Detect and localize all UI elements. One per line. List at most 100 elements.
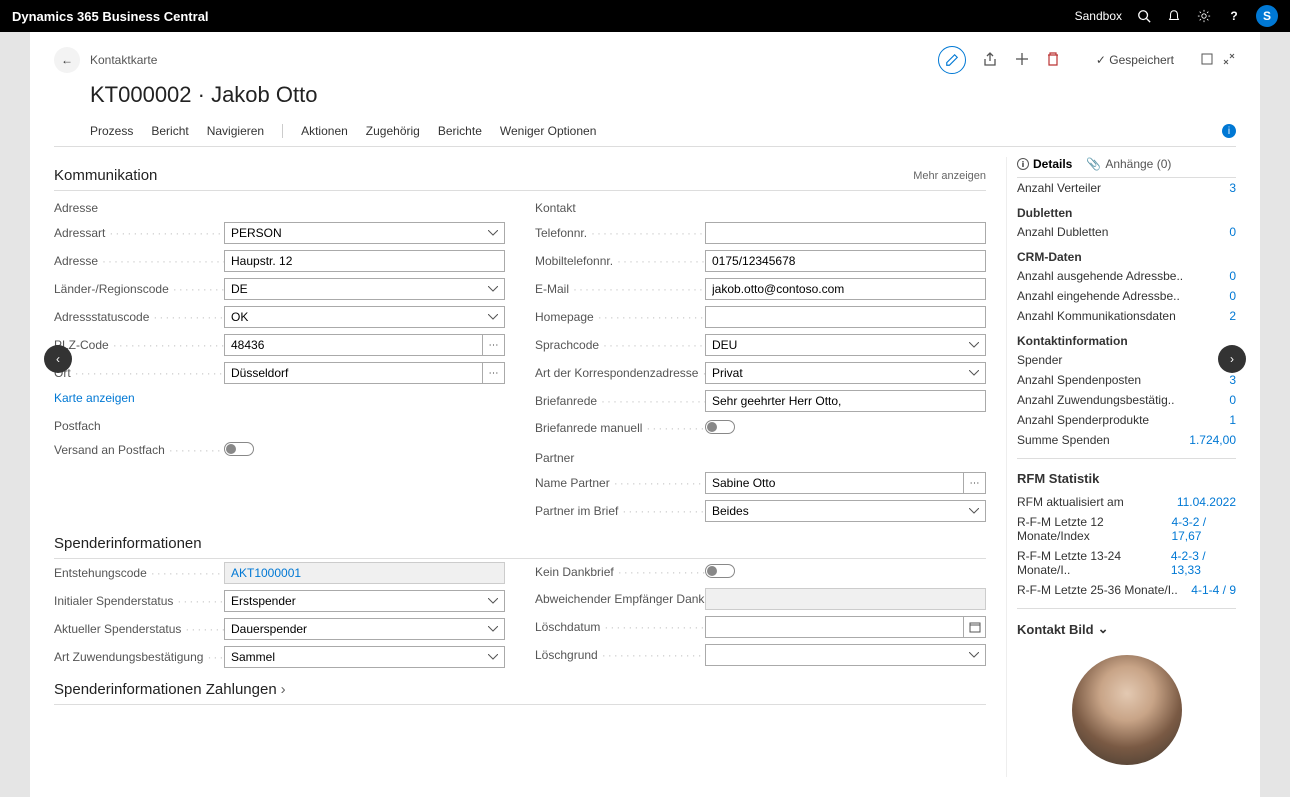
prev-record-button[interactable]: ‹	[44, 345, 72, 373]
partner-brief-select[interactable]: Beides	[705, 500, 986, 522]
fact-spendprod-value[interactable]: 1	[1229, 413, 1236, 427]
section-kommunikation[interactable]: Kommunikation Mehr anzeigen	[54, 157, 986, 191]
label-sprach: Sprachcode	[535, 338, 705, 352]
fact-eing-value[interactable]: 0	[1229, 289, 1236, 303]
label-partner-brief: Partner im Brief	[535, 504, 705, 518]
fact-ausg-label: Anzahl ausgehende Adressbe..	[1017, 269, 1183, 283]
telefon-input[interactable]	[705, 222, 986, 244]
name-partner-assist-button[interactable]: ⋯	[964, 472, 986, 494]
label-loeschdat: Löschdatum	[535, 620, 705, 634]
label-email: E-Mail	[535, 282, 705, 296]
facthead-dubletten: Dubletten	[1017, 198, 1236, 222]
land-select[interactable]: DE	[224, 278, 505, 300]
fact-verteiler-value[interactable]: 3	[1229, 181, 1236, 195]
briefanrede-manuell-toggle[interactable]	[705, 420, 735, 434]
fact-zuw-value[interactable]: 0	[1229, 393, 1236, 407]
edit-button[interactable]	[938, 46, 966, 74]
fact-rfm24-label: R-F-M Letzte 13-24 Monate/I..	[1017, 549, 1171, 577]
side-bild-title[interactable]: Kontakt Bild⌄	[1017, 608, 1236, 643]
show-more-link[interactable]: Mehr anzeigen	[913, 170, 986, 182]
art-zuw-select[interactable]: Sammel	[224, 646, 505, 668]
adressstatus-select[interactable]: OK	[224, 306, 505, 328]
artkorr-select[interactable]: Privat	[705, 362, 986, 384]
show-map-link[interactable]: Karte anzeigen	[54, 387, 135, 409]
label-artkorr: Art der Korrespondenzadresse	[535, 366, 705, 380]
new-icon[interactable]	[1014, 51, 1030, 70]
info-circle-icon: i	[1017, 158, 1029, 170]
fact-spendpost-value[interactable]: 3	[1229, 373, 1236, 387]
menu-actions[interactable]: Aktionen	[301, 124, 348, 138]
label-art-zuw: Art Zuwendungsbestätigung	[54, 650, 224, 664]
back-button[interactable]: ←	[54, 47, 80, 73]
loeschdatum-input[interactable]	[705, 616, 964, 638]
section-spenderinformationen-label: Spenderinformationen	[54, 535, 202, 552]
init-status-select[interactable]: Erstspender	[224, 590, 505, 612]
tab-details[interactable]: iDetails	[1017, 157, 1072, 171]
help-icon[interactable]: ?	[1226, 8, 1242, 24]
menu-process[interactable]: Prozess	[90, 124, 133, 138]
fact-spendpost-label: Anzahl Spendenposten	[1017, 373, 1141, 387]
fact-kommd-value[interactable]: 2	[1229, 309, 1236, 323]
bell-icon[interactable]	[1166, 8, 1182, 24]
tab-attachments[interactable]: 📎Anhänge (0)	[1086, 157, 1171, 171]
gear-icon[interactable]	[1196, 8, 1212, 24]
share-icon[interactable]	[982, 51, 998, 70]
fact-summe-label: Summe Spenden	[1017, 433, 1110, 447]
label-versand-postfach: Versand an Postfach	[54, 443, 224, 457]
delete-icon[interactable]	[1046, 51, 1060, 70]
akt-status-select[interactable]: Dauerspender	[224, 618, 505, 640]
sprachcode-select[interactable]: DEU	[705, 334, 986, 356]
fact-spender-label: Spender	[1017, 353, 1062, 367]
fact-rfm-akt-value[interactable]: 11.04.2022	[1177, 495, 1236, 509]
next-record-button[interactable]: ›	[1218, 345, 1246, 373]
search-icon[interactable]	[1136, 8, 1152, 24]
briefanrede-input[interactable]	[705, 390, 986, 412]
contact-photo[interactable]	[1072, 655, 1182, 765]
fact-summe-value[interactable]: 1.724,00	[1189, 433, 1236, 447]
attachment-icon: 📎	[1086, 157, 1101, 171]
adresse-input[interactable]	[224, 250, 505, 272]
breadcrumb: Kontaktkarte	[90, 53, 157, 67]
menu-navigate[interactable]: Navigieren	[207, 124, 264, 138]
ort-assist-button[interactable]: ⋯	[483, 362, 505, 384]
versand-postfach-toggle[interactable]	[224, 442, 254, 456]
adressart-select[interactable]: PERSON	[224, 222, 505, 244]
mobil-input[interactable]	[705, 250, 986, 272]
collapse-icon[interactable]	[1222, 52, 1236, 69]
loeschgrund-select[interactable]	[705, 644, 986, 666]
info-icon[interactable]: i	[1222, 124, 1236, 138]
subhead-kontakt: Kontakt	[535, 191, 986, 219]
fact-zuw-label: Anzahl Zuwendungsbestätig..	[1017, 393, 1174, 407]
fact-rfm-akt-label: RFM aktualisiert am	[1017, 495, 1124, 509]
plz-assist-button[interactable]: ⋯	[483, 334, 505, 356]
section-spender-zahlungen[interactable]: Spenderinformationen Zahlungen	[54, 671, 986, 705]
label-loeschgrund: Löschgrund	[535, 648, 705, 662]
plz-input[interactable]	[224, 334, 483, 356]
label-abw-dank: Abweichender Empfänger Dankbrief	[535, 592, 705, 606]
kein-dankbrief-toggle[interactable]	[705, 564, 735, 578]
section-spenderinformationen[interactable]: Spenderinformationen	[54, 525, 986, 559]
calendar-icon[interactable]	[964, 616, 986, 638]
menu-fewer-options[interactable]: Weniger Optionen	[500, 124, 597, 138]
popout-icon[interactable]	[1200, 52, 1214, 69]
user-avatar[interactable]: S	[1256, 5, 1278, 27]
fact-ausg-value[interactable]: 0	[1229, 269, 1236, 283]
menu-reports[interactable]: Berichte	[438, 124, 482, 138]
ort-input[interactable]	[224, 362, 483, 384]
fact-rfm24-value[interactable]: 4-2-3 / 13,33	[1171, 549, 1236, 577]
email-input[interactable]	[705, 278, 986, 300]
menu-report[interactable]: Bericht	[151, 124, 188, 138]
homepage-input[interactable]	[705, 306, 986, 328]
fact-rfm12-value[interactable]: 4-3-2 / 17,67	[1171, 515, 1236, 543]
fact-rfm36-value[interactable]: 4-1-4 / 9	[1191, 583, 1236, 597]
chevron-down-icon: ⌄	[1098, 621, 1109, 637]
fact-verteiler-label: Anzahl Verteiler	[1017, 181, 1101, 195]
fact-spendprod-label: Anzahl Spenderprodukte	[1017, 413, 1149, 427]
fact-dubletten-value[interactable]: 0	[1229, 225, 1236, 239]
name-partner-input[interactable]	[705, 472, 964, 494]
menu-related[interactable]: Zugehörig	[366, 124, 420, 138]
product-name: Dynamics 365 Business Central	[12, 9, 209, 24]
abw-dank-input	[705, 588, 986, 610]
section-kommunikation-label: Kommunikation	[54, 167, 157, 184]
side-rfm-title[interactable]: RFM Statistik	[1017, 458, 1236, 492]
